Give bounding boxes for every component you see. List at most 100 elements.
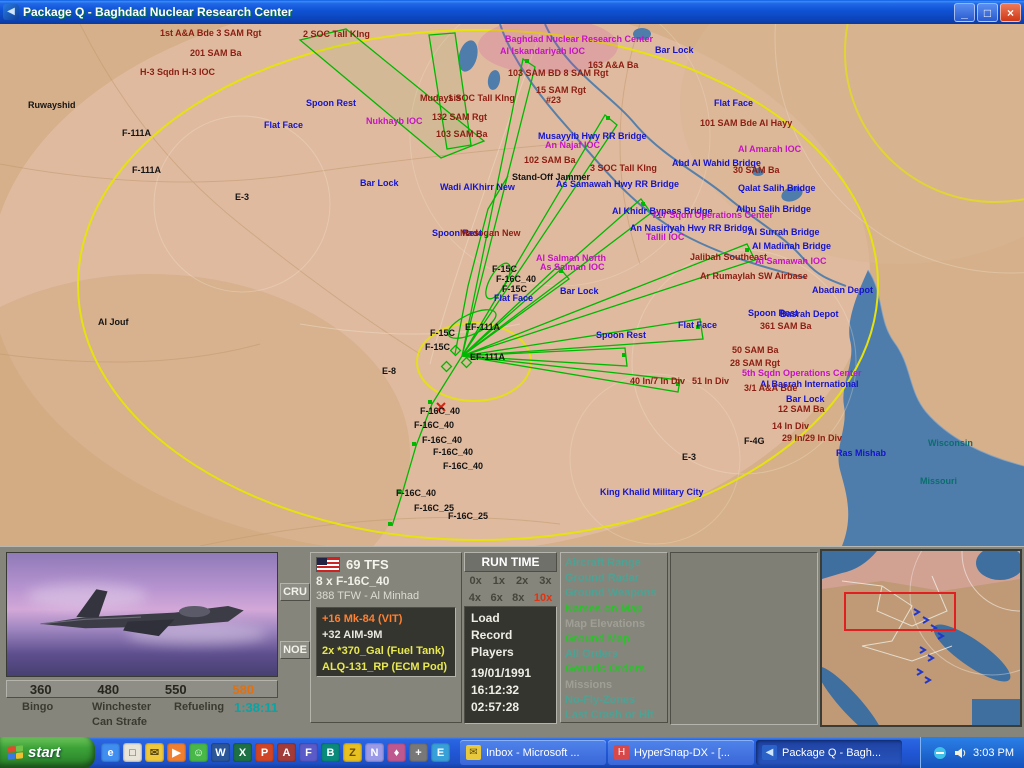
map-label[interactable]: EF-111A — [465, 322, 500, 332]
map-option-ground-map[interactable]: Ground Map — [565, 632, 667, 647]
map-label[interactable]: Al Iskandariyah IOC — [500, 46, 585, 56]
map-label[interactable]: EF-111A — [470, 352, 505, 362]
map-label[interactable]: 5th Sqdn Operations Center — [742, 368, 862, 378]
map-label[interactable]: F-111A — [132, 165, 161, 175]
map-label[interactable]: 12 SAM Ba — [778, 404, 825, 414]
outlook-icon[interactable]: ✉ — [145, 743, 164, 762]
map-label[interactable]: F-16C_40 — [420, 406, 460, 416]
map-option-missions[interactable]: Missions — [565, 678, 667, 693]
map-label[interactable]: 201 SAM Ba — [190, 48, 242, 58]
can-strafe-label[interactable]: Can Strafe — [92, 716, 147, 728]
map-label[interactable]: 30 SAM Ba — [733, 165, 780, 175]
map-label[interactable]: Missouri — [920, 476, 957, 486]
map-label[interactable]: Baghdad Nuclear Research Center — [505, 34, 653, 44]
map-label[interactable]: 2 SOC Tall Klng — [303, 29, 370, 39]
map-label[interactable]: Qalat Salih Bridge — [738, 183, 816, 193]
load-button[interactable]: Load — [471, 610, 550, 627]
theater-minimap[interactable] — [820, 549, 1022, 727]
map-label[interactable]: 1st A&A Bde 3 SAM Rgt — [160, 28, 261, 38]
map-label[interactable]: 3/1 A&A Bde — [744, 383, 797, 393]
task-button[interactable]: HHyperSnap-DX - [... — [608, 740, 754, 765]
show-desktop-icon[interactable]: □ — [123, 743, 142, 762]
map-label[interactable]: Nukhayb IOC — [366, 116, 423, 126]
map-option-all-orders[interactable]: All Orders — [565, 647, 667, 662]
maximize-button[interactable]: □ — [977, 3, 998, 22]
speed-preset[interactable]: 480 — [75, 681, 143, 697]
map-label[interactable]: Ruwayshid — [28, 100, 76, 110]
notepad-icon[interactable]: N — [365, 743, 384, 762]
noe-mode-button[interactable]: NOE — [280, 641, 310, 659]
map-label[interactable]: 40 In/7 In Div — [630, 376, 685, 386]
map-label[interactable]: Al Samawah IOC — [755, 256, 827, 266]
campaign-map[interactable]: 1st A&A Bde 3 SAM Rgt 2 SOC Tall Klng 201 … — [0, 24, 1024, 546]
map-option-map-elevations[interactable]: Map Elevations — [565, 617, 667, 632]
network-icon[interactable] — [933, 746, 947, 760]
map-label[interactable]: F-15C — [492, 264, 517, 274]
speed-preset[interactable]: 550 — [142, 681, 210, 697]
close-button[interactable]: × — [1000, 3, 1021, 22]
map-label[interactable]: Bar Lock — [786, 394, 825, 404]
map-option-names-on-map[interactable]: Names on Map — [565, 602, 667, 617]
map-label[interactable]: Bar Lock — [655, 45, 694, 55]
record-button[interactable]: Record — [471, 627, 550, 644]
map-option-last-crash-or-hit[interactable]: Last Crash or Hit — [565, 708, 667, 723]
map-label[interactable]: Flat Face — [494, 293, 533, 303]
map-label[interactable]: 101 SAM Bde Al Hayy — [700, 118, 792, 128]
excel-icon[interactable]: X — [233, 743, 252, 762]
calculator-icon[interactable]: + — [409, 743, 428, 762]
speed-preset[interactable]: 360 — [7, 681, 75, 697]
map-label[interactable]: F-15C — [425, 342, 450, 352]
map-label[interactable]: 3 SOC Tall Klng — [590, 163, 657, 173]
map-option-no-fly-zones[interactable]: No-Fly-Zones — [565, 693, 667, 708]
map-label[interactable]: Flat Face — [678, 320, 717, 330]
map-label[interactable]: Al Madinah Bridge — [752, 241, 831, 251]
map-option-ground-radar[interactable]: Ground Radar — [565, 571, 667, 586]
map-label[interactable]: Ras Mishab — [836, 448, 886, 458]
map-label[interactable]: Tallil IOC — [646, 232, 684, 242]
map-label[interactable]: Flat Face — [264, 120, 303, 130]
map-label[interactable]: 361 SAM Ba — [760, 321, 812, 331]
time-accel-option[interactable]: 3x — [539, 575, 551, 587]
map-option-generic-orders[interactable]: Generic Orders — [565, 662, 667, 677]
map-label[interactable]: 14 In Div — [772, 421, 809, 431]
time-accel-option[interactable]: 10x — [534, 592, 552, 604]
map-label[interactable]: F-16C_40 — [396, 488, 436, 498]
paint-icon[interactable]: ♦ — [387, 743, 406, 762]
volume-icon[interactable] — [953, 746, 967, 760]
task-button[interactable]: ◀Package Q - Bagh... — [756, 740, 902, 765]
frontpage-icon[interactable]: F — [299, 743, 318, 762]
messenger-icon[interactable]: ☺ — [189, 743, 208, 762]
map-label[interactable]: H-3 Sqdn H-3 IOC — [140, 67, 215, 77]
map-label[interactable]: F-16C_40 — [433, 447, 473, 457]
map-label[interactable]: 163 A&A Ba — [588, 60, 638, 70]
time-accel-option[interactable]: 0x — [470, 575, 482, 587]
map-label[interactable]: Spoon Rest — [596, 330, 646, 340]
map-label[interactable]: King Khalid Military City — [600, 487, 704, 497]
explorer-icon[interactable]: E — [431, 743, 450, 762]
map-label[interactable]: Al Jouf — [98, 317, 129, 327]
map-label[interactable]: E-3 — [235, 192, 249, 202]
word-icon[interactable]: W — [211, 743, 230, 762]
map-label[interactable]: F-16C_40 — [496, 274, 536, 284]
map-option-ground-weapons[interactable]: Ground Weapons — [565, 586, 667, 601]
map-label[interactable]: 132 SAM Rgt — [432, 112, 487, 122]
players-button[interactable]: Players — [471, 644, 550, 661]
map-label[interactable]: 717 Sqdn Operations Center — [652, 210, 773, 220]
time-accel-option[interactable]: 1x — [493, 575, 505, 587]
map-label[interactable]: F-111A — [122, 128, 151, 138]
map-label[interactable]: Al Surrah Bridge — [748, 227, 820, 237]
publisher-icon[interactable]: B — [321, 743, 340, 762]
map-label[interactable]: 28 SAM Rgt — [730, 358, 780, 368]
time-accel-option[interactable]: 8x — [512, 592, 524, 604]
time-accel-option[interactable]: 4x — [469, 592, 481, 604]
map-label[interactable]: As Samawah Hwy RR Bridge — [556, 179, 679, 189]
map-label[interactable]: An Najaf IOC — [545, 140, 600, 150]
map-label[interactable]: Wadi AlKhirr New — [440, 182, 515, 192]
bingo-label[interactable]: Bingo — [22, 701, 53, 713]
map-label[interactable]: F-16C_40 — [414, 420, 454, 430]
cruise-mode-button[interactable]: CRU — [280, 583, 310, 601]
map-label[interactable]: Al Amarah IOC — [738, 144, 801, 154]
time-accel-option[interactable]: 6x — [490, 592, 502, 604]
map-label[interactable]: 51 In Div — [692, 376, 729, 386]
time-accel-option[interactable]: 2x — [516, 575, 528, 587]
